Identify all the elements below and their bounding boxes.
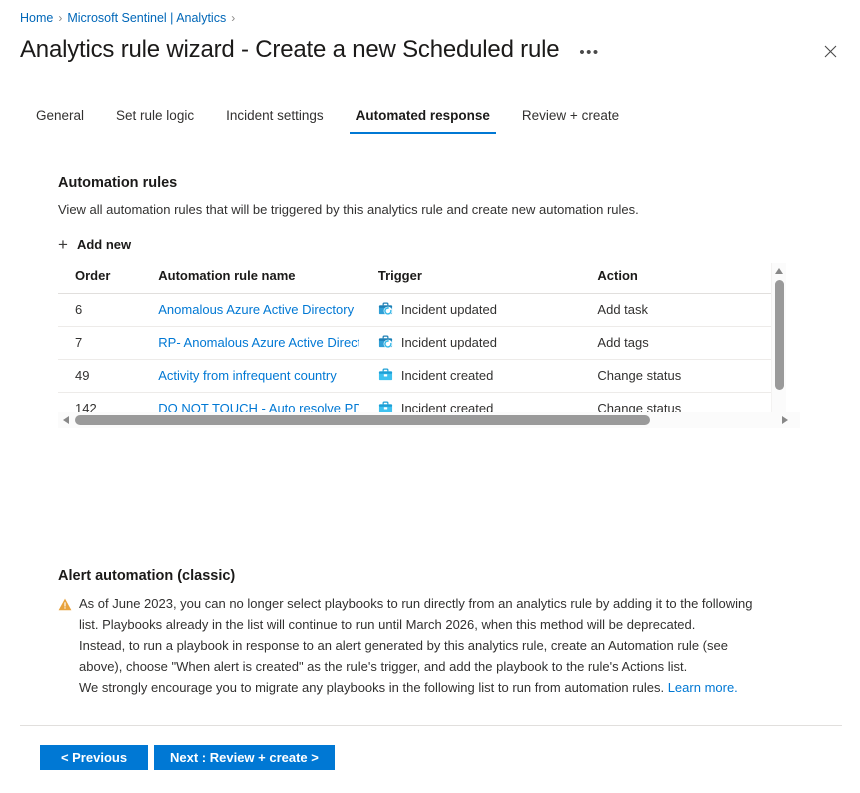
breadcrumb-item-home[interactable]: Home [20,10,53,26]
scroll-right-icon[interactable] [782,416,788,424]
tab-label: Set rule logic [116,108,194,123]
learn-more-link[interactable]: Learn more. [668,680,738,695]
incident-created-icon [378,367,393,385]
tab-label: General [36,108,84,123]
tab-general[interactable]: General [20,107,100,134]
vertical-scrollbar-thumb[interactable] [775,280,784,390]
rule-name-link[interactable]: Activity from infrequent country [158,368,359,383]
table-vertical-scrollbar[interactable] [771,263,786,428]
cell-action: Add tags [597,326,785,359]
tab-set-rule-logic[interactable]: Set rule logic [100,107,210,134]
tab-review-create[interactable]: Review + create [506,107,635,134]
automation-rules-description: View all automation rules that will be t… [58,201,639,219]
cell-order: 49 [58,359,158,392]
breadcrumb-separator: › [231,10,235,26]
automation-rules-heading: Automation rules [58,173,177,193]
column-header-rule-name[interactable]: Automation rule name [158,263,378,293]
alert-line-3-text: We strongly encourage you to migrate any… [79,680,664,695]
column-header-trigger[interactable]: Trigger [378,263,598,293]
page-title: Analytics rule wizard - Create a new Sch… [20,34,559,66]
cell-rule-name: Anomalous Azure Active Directory [158,293,378,326]
cell-action: Change status [597,359,785,392]
cell-trigger: Incident updated [378,326,598,359]
alert-automation-text: As of June 2023, you can no longer selec… [79,593,773,698]
column-header-action[interactable]: Action [597,263,785,293]
cell-rule-name: RP- Anomalous Azure Active Direct [158,326,378,359]
next-review-create-button[interactable]: Next : Review + create > [154,745,335,770]
horizontal-scrollbar-thumb[interactable] [75,415,650,425]
table-header-row: Order Automation rule name Trigger Actio… [58,263,785,293]
tab-label: Automated response [356,108,490,123]
automation-rules-table: Order Automation rule name Trigger Actio… [58,263,785,428]
table-row[interactable]: 49 Activity from infrequent country Inci… [58,359,785,392]
cell-rule-name: Activity from infrequent country [158,359,378,392]
wizard-tabs: General Set rule logic Incident settings… [20,100,635,134]
table-body: 6 Anomalous Azure Active Directory Incid… [58,293,785,428]
incident-updated-icon [378,301,393,319]
alert-line-2: Instead, to run a playbook in response t… [79,635,773,677]
tab-label: Review + create [522,108,619,123]
column-header-order[interactable]: Order [58,263,158,293]
tab-label: Incident settings [226,108,324,123]
alert-line-3: We strongly encourage you to migrate any… [79,677,773,698]
trigger-label: Incident created [401,368,494,383]
add-new-button[interactable]: + Add new [58,233,131,255]
automation-rules-table-viewport: Order Automation rule name Trigger Actio… [58,263,785,428]
cell-trigger: Incident updated [378,293,598,326]
cell-trigger: Incident created [378,359,598,392]
alert-automation-heading: Alert automation (classic) [58,568,235,584]
tab-incident-settings[interactable]: Incident settings [210,107,340,134]
breadcrumb-separator: › [58,10,62,26]
cell-order: 6 [58,293,158,326]
rule-name-link[interactable]: Anomalous Azure Active Directory [158,302,359,317]
breadcrumb: Home › Microsoft Sentinel | Analytics › [20,10,235,26]
rule-name-link[interactable]: RP- Anomalous Azure Active Direct [158,335,359,350]
alert-line-1: As of June 2023, you can no longer selec… [79,593,773,635]
plus-icon: + [58,236,68,253]
trigger-label: Incident updated [401,302,497,317]
automation-rules-table-container: Order Automation rule name Trigger Actio… [58,263,800,428]
add-new-label: Add new [77,237,131,252]
table-row[interactable]: 6 Anomalous Azure Active Directory Incid… [58,293,785,326]
trigger-label: Incident updated [401,335,497,350]
table-row[interactable]: 7 RP- Anomalous Azure Active Direct Inci… [58,326,785,359]
scroll-up-icon[interactable] [775,268,783,274]
footer-divider [20,725,842,726]
cell-order: 7 [58,326,158,359]
alert-automation-notice: As of June 2023, you can no longer selec… [58,593,773,698]
tab-automated-response[interactable]: Automated response [340,107,506,134]
previous-button[interactable]: < Previous [40,745,148,770]
more-options-icon[interactable]: ••• [575,42,603,64]
wizard-footer: < Previous Next : Review + create > [40,745,335,770]
title-row: Analytics rule wizard - Create a new Sch… [20,34,840,66]
close-icon[interactable] [817,38,843,64]
table-horizontal-scrollbar[interactable] [58,412,800,428]
scroll-left-icon[interactable] [63,416,69,424]
warning-triangle-icon [58,596,72,609]
cell-action: Add task [597,293,785,326]
breadcrumb-item-sentinel-analytics[interactable]: Microsoft Sentinel | Analytics [67,10,226,26]
incident-updated-icon [378,334,393,352]
